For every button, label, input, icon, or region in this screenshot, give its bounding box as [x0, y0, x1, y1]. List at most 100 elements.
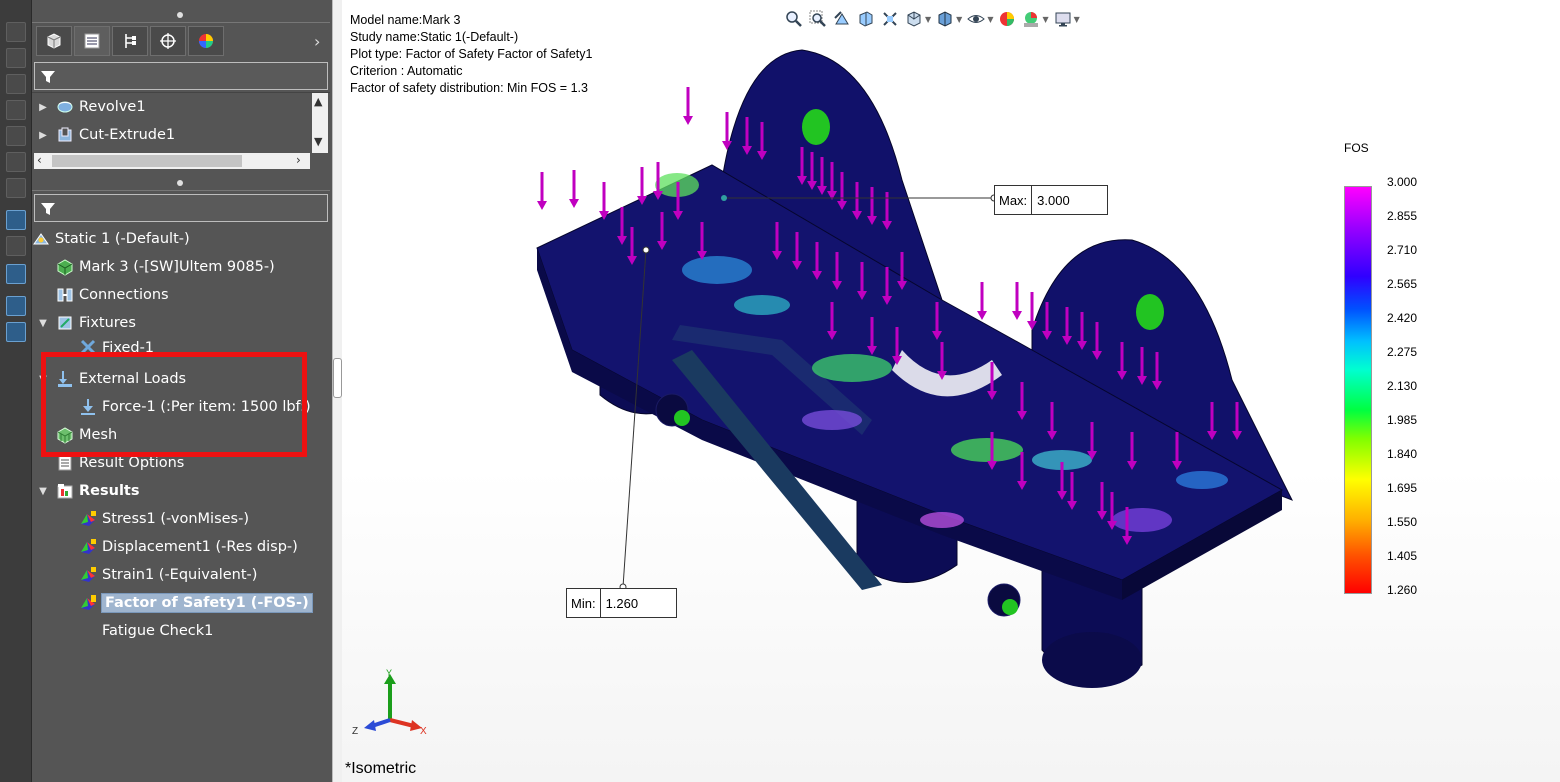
collapse-arrow-icon[interactable]: ▼ [36, 318, 50, 329]
connections-icon [57, 288, 73, 302]
tree-item-label: Strain1 (-Equivalent-) [102, 567, 258, 583]
strip-tool-icon[interactable] [6, 296, 26, 316]
triad-x-label: X [420, 726, 427, 737]
strip-tool-icon[interactable] [6, 48, 26, 68]
feature-manager-panel: › ▶ Revolve1 ▶ Cut-Extrude1 ▲ ▼ ‹ › Stat… [32, 0, 332, 782]
force-arrow-head [1012, 311, 1022, 320]
strip-tool-icon[interactable] [6, 126, 26, 146]
tab-property-manager[interactable] [74, 26, 110, 56]
legend-tick-label: 2.855 [1387, 209, 1418, 223]
legend-tick-label: 1.550 [1387, 515, 1418, 529]
collapse-arrow-icon[interactable]: ▼ [36, 486, 50, 497]
force-arrow-head [683, 116, 693, 125]
strip-tool-icon[interactable] [6, 264, 26, 284]
panel-tabs [36, 26, 326, 58]
legend-tick-label: 1.695 [1387, 481, 1418, 495]
graphics-viewport[interactable]: Model name:Mark 3 Study name:Static 1(-D… [342, 0, 1560, 782]
simulation-study-icon[interactable] [6, 210, 26, 230]
strip-tool-icon[interactable] [6, 236, 26, 256]
tree-item-label: Fixed-1 [102, 340, 155, 352]
tree-item-label: Fixtures [79, 315, 136, 331]
tree-item-label: Stress1 (-vonMises-) [102, 511, 249, 527]
tree-item-label: Displacement1 (-Res disp-) [102, 539, 298, 555]
fos-plot-icon [81, 595, 96, 610]
tree-item-static-study[interactable]: Static 1 (-Default-) [32, 226, 190, 252]
tab-configuration-manager[interactable] [112, 26, 148, 56]
min-label: Min: [567, 589, 601, 617]
panel-splitter[interactable] [332, 0, 342, 782]
divider [32, 190, 330, 191]
panel-grip[interactable] [32, 10, 330, 20]
force-arrow-head [569, 199, 579, 208]
max-callout[interactable]: Max: 3.000 [994, 185, 1108, 215]
tree-item-fatigue-check[interactable]: Fatigue Check1 [79, 618, 213, 644]
tree-item-connections[interactable]: Connections [56, 282, 169, 308]
strip-tool-icon[interactable] [6, 152, 26, 172]
feature-tree-horizontal-scrollbar[interactable]: ‹ › [34, 153, 310, 169]
tree-item-cut-extrude[interactable]: ▶ Cut-Extrude1 [36, 122, 175, 148]
tree-item-fixtures[interactable]: ▼ Fixtures [36, 310, 136, 336]
tree-item-label: Revolve1 [79, 99, 146, 115]
results-folder-icon [57, 484, 73, 499]
scroll-up-icon[interactable]: ▲ [314, 95, 322, 108]
panel-grip[interactable] [32, 178, 330, 188]
feature-tree-vertical-scrollbar[interactable]: ▲ ▼ [312, 93, 328, 153]
splitter-handle[interactable] [333, 358, 342, 398]
legend-tick-label: 2.130 [1387, 379, 1418, 393]
static-study-icon [33, 233, 49, 245]
legend-tick-label: 1.985 [1387, 413, 1418, 427]
strain-plot-icon [81, 567, 96, 582]
tree-item-displacement[interactable]: Displacement1 (-Res disp-) [79, 534, 298, 560]
max-value: 3.000 [1037, 192, 1070, 208]
tree-item-stress[interactable]: Stress1 (-vonMises-) [79, 506, 249, 532]
tree-item-strain[interactable]: Strain1 (-Equivalent-) [79, 562, 257, 588]
strip-tool-icon[interactable] [6, 22, 26, 42]
legend-tick-label: 2.565 [1387, 277, 1418, 291]
reference-triad: Y Z X [352, 668, 427, 737]
fos-plot-model[interactable] [342, 0, 1560, 782]
tree-item-results[interactable]: ▼ Results [36, 478, 140, 504]
stress-plot-icon [81, 511, 96, 526]
legend-title: FOS [1344, 141, 1369, 155]
legend-tick-label: 1.840 [1387, 447, 1418, 461]
part-mesh-icon [57, 259, 73, 276]
fixtures-icon [58, 316, 72, 330]
tabs-more-chevron-icon[interactable]: › [314, 32, 320, 51]
fixed-geometry-icon [80, 339, 96, 352]
force-arrow-head [977, 311, 987, 320]
tab-dimxpert[interactable] [150, 26, 186, 56]
config-tree-icon [125, 34, 136, 48]
tree-item-label: Mark 3 (-[SW]Ultem 9085-) [79, 259, 275, 275]
view-name-label: *Isometric [345, 760, 417, 777]
scroll-down-icon[interactable]: ▼ [314, 135, 322, 148]
min-callout[interactable]: Min: 1.260 [566, 588, 677, 618]
tab-display-manager[interactable] [188, 26, 224, 56]
part-icon [47, 33, 61, 49]
tree-item-label: Results [79, 483, 140, 499]
legend-color-bar[interactable] [1344, 186, 1372, 594]
expand-arrow-icon[interactable]: ▶ [36, 102, 50, 113]
strip-tool-icon[interactable] [6, 322, 26, 342]
tab-feature-manager[interactable] [36, 26, 72, 56]
simulation-filter-input[interactable] [34, 194, 328, 222]
strip-tool-icon[interactable] [6, 100, 26, 120]
tree-item-revolve[interactable]: ▶ Revolve1 [36, 94, 146, 120]
displacement-plot-icon [81, 539, 96, 554]
scroll-left-icon[interactable]: ‹ [37, 153, 42, 167]
legend-tick-label: 3.000 [1387, 175, 1418, 189]
tree-item-part-material[interactable]: Mark 3 (-[SW]Ultem 9085-) [56, 254, 275, 280]
feature-filter-input[interactable] [34, 62, 328, 90]
list-icon [84, 33, 100, 49]
expand-arrow-icon[interactable]: ▶ [36, 130, 50, 141]
legend-tick-label: 1.260 [1387, 583, 1418, 597]
scroll-right-icon[interactable]: › [296, 153, 301, 167]
legend-tick-label: 2.420 [1387, 311, 1418, 325]
triad-y-label: Y [386, 668, 392, 678]
strip-tool-icon[interactable] [6, 74, 26, 94]
tree-item-factor-of-safety[interactable]: Factor of Safety1 (-FOS-) [79, 590, 313, 616]
highlight-box [41, 352, 307, 457]
tree-item-fixed[interactable]: Fixed-1 [79, 338, 154, 352]
legend-tick-label: 2.710 [1387, 243, 1418, 257]
scroll-thumb[interactable] [52, 155, 242, 167]
strip-tool-icon[interactable] [6, 178, 26, 198]
